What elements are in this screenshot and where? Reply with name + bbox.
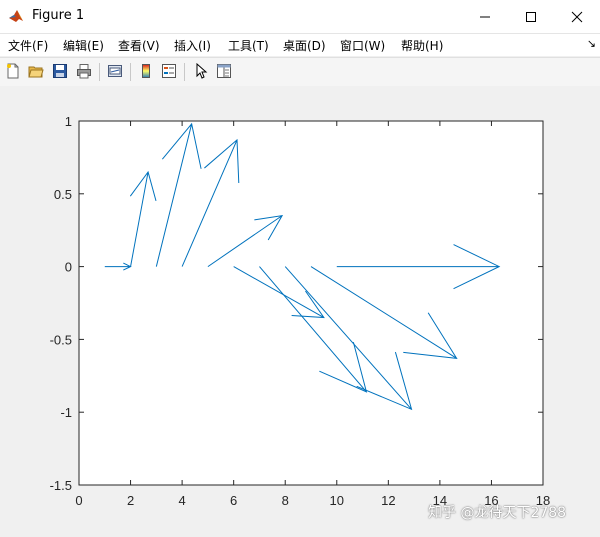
window-title: Figure 1 [32, 8, 85, 23]
new-figure-icon[interactable] [3, 61, 23, 81]
title-bar: Figure 1 [0, 0, 600, 34]
x-tick-label: 10 [330, 493, 344, 508]
menu-window[interactable]: 窗口(W) [340, 37, 385, 54]
menu-tools[interactable]: 工具(T) [228, 37, 269, 54]
menu-insert[interactable]: 插入(I) [174, 37, 211, 54]
x-tick-label: 4 [178, 493, 185, 508]
save-icon[interactable] [50, 61, 70, 81]
colorbar-icon[interactable] [136, 61, 156, 81]
minimize-button[interactable] [462, 0, 508, 33]
y-tick-label: -1.5 [50, 478, 72, 493]
menu-bar: 文件(F) 编辑(E) 查看(V) 插入(I) 工具(T) 桌面(D) 窗口(W… [0, 34, 600, 56]
quiver-plot: 0 2 4 6 8 10 12 14 16 1810.50-0.5-1-1.5 [50, 114, 551, 508]
maximize-button[interactable] [508, 0, 554, 33]
toolbar-separator [130, 63, 131, 81]
toolbar-separator [99, 63, 100, 81]
watermark-text: 知乎 @龙待天下2788 [428, 505, 567, 521]
menu-desktop[interactable]: 桌面(D) [283, 37, 326, 54]
open-file-icon[interactable] [26, 61, 46, 81]
x-tick-label: 6 [230, 493, 237, 508]
minimize-icon [480, 16, 490, 17]
menu-help[interactable]: 帮助(H) [401, 37, 443, 54]
property-editor-icon[interactable] [214, 61, 234, 81]
y-tick-label: -0.5 [50, 332, 72, 347]
y-tick-label: 0 [65, 260, 72, 275]
close-button[interactable] [554, 0, 600, 33]
figure-toolbar [0, 57, 600, 87]
menu-file[interactable]: 文件(F) [8, 37, 48, 54]
y-tick-label: 1 [65, 114, 72, 129]
menu-view[interactable]: 查看(V) [118, 37, 160, 54]
x-tick-label: 0 [75, 493, 82, 508]
x-tick-label: 2 [127, 493, 134, 508]
toolbar-separator [184, 63, 185, 81]
maximize-icon [526, 11, 536, 22]
matlab-logo-icon [8, 8, 24, 24]
y-tick-label: -1 [60, 405, 72, 420]
y-tick-label: 0.5 [54, 187, 72, 202]
print-icon[interactable] [74, 61, 94, 81]
legend-icon[interactable] [159, 61, 179, 81]
x-tick-label: 8 [282, 493, 289, 508]
pointer-icon[interactable] [191, 61, 211, 81]
link-icon[interactable] [105, 61, 125, 81]
close-icon [571, 11, 583, 22]
figure-canvas: 0 2 4 6 8 10 12 14 16 18 1 0.5 0 -0.5 -1 -1.5 [0, 86, 600, 537]
x-tick-label: 12 [381, 493, 395, 508]
menu-dock-arrow-icon[interactable]: ↘ [587, 37, 596, 50]
menu-edit[interactable]: 编辑(E) [63, 37, 104, 54]
